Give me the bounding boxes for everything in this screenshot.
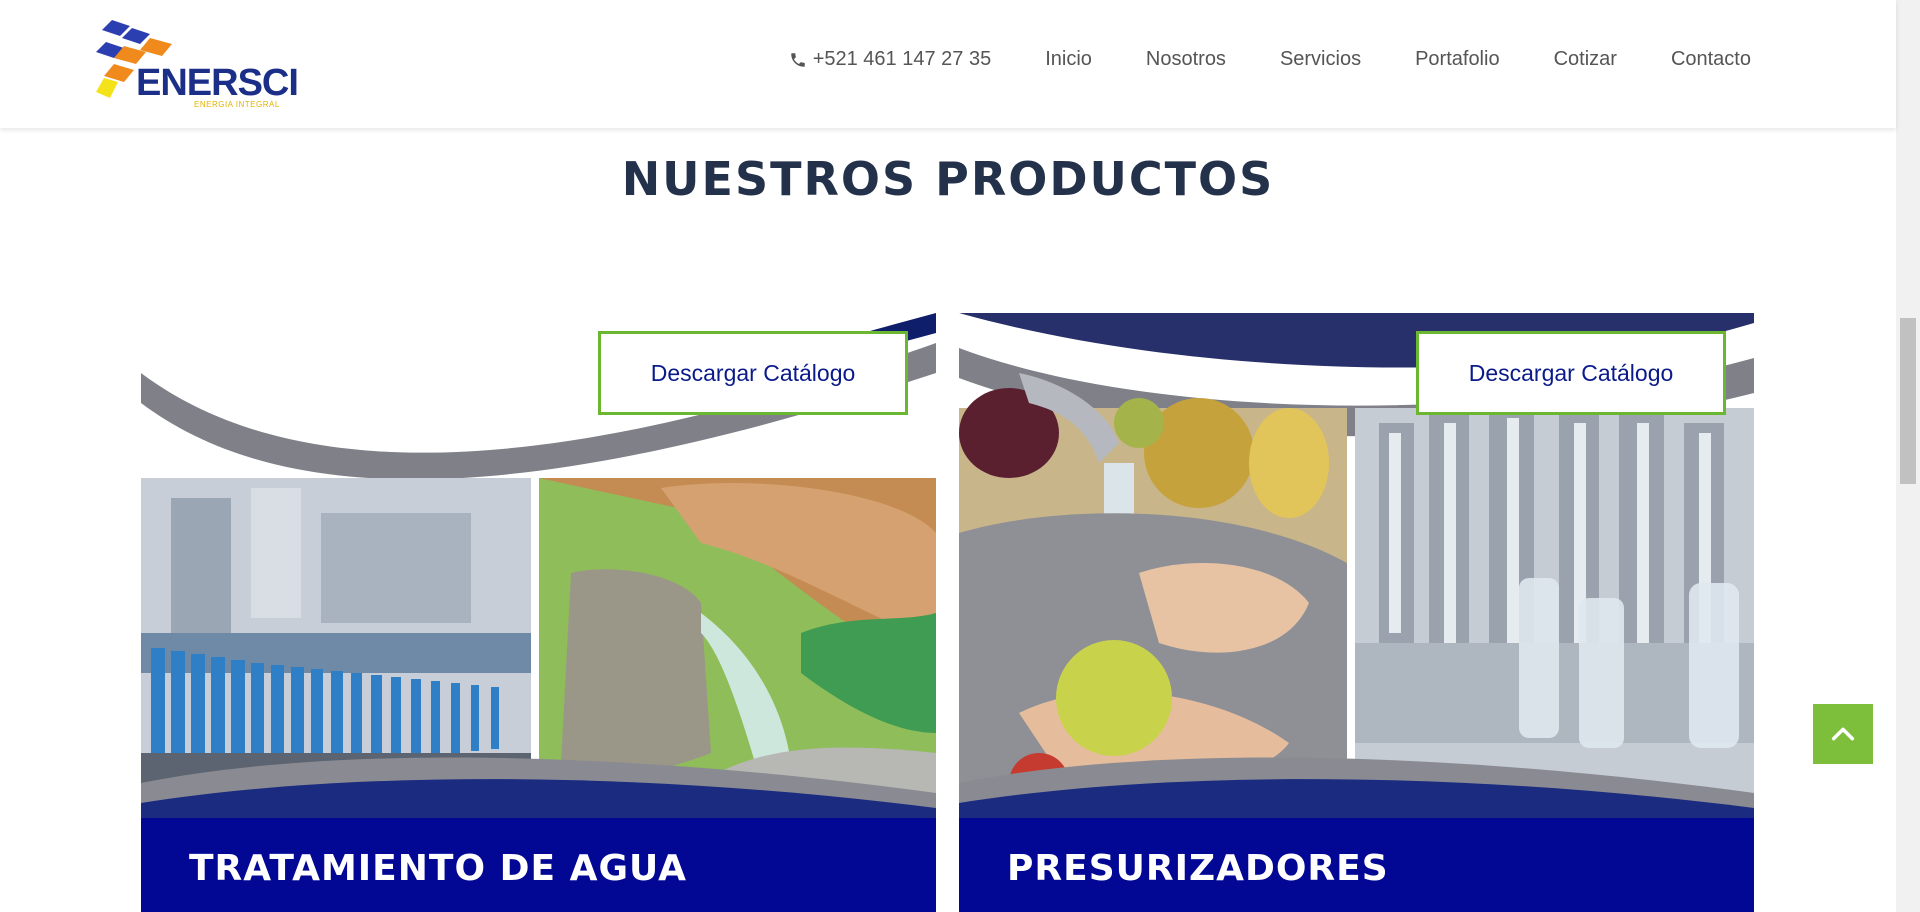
card-footer-band: PRESURIZADORES	[959, 818, 1754, 912]
nav-inicio[interactable]: Inicio	[1045, 48, 1092, 71]
main-nav: +521 461 147 27 35 Inicio Nosotros Servi…	[735, 48, 1751, 71]
product-title: PRESURIZADORES	[1007, 848, 1389, 889]
product-card-pressurizers[interactable]: Descargar Catálogo PRESURIZADORES	[959, 313, 1754, 912]
phone-number: +521 461 147 27 35	[812, 48, 992, 70]
site-header: ENERSCI ENERGIA INTEGRAL +521 461 147 27…	[0, 0, 1896, 128]
nav-contacto[interactable]: Contacto	[1671, 48, 1751, 71]
download-catalog-button[interactable]: Descargar Catálogo	[1416, 331, 1726, 415]
scrollbar-thumb[interactable]	[1900, 318, 1916, 484]
section-title: NUESTROS PRODUCTOS	[621, 152, 1275, 206]
nav-portafolio[interactable]: Portafolio	[1415, 48, 1500, 71]
logo-tagline: ENERGIA INTEGRAL	[194, 100, 280, 109]
download-catalog-button[interactable]: Descargar Catálogo	[598, 331, 908, 415]
phone-icon	[790, 52, 805, 67]
product-title: TRATAMIENTO DE AGUA	[189, 848, 688, 889]
product-card-water-treatment[interactable]: Descargar Catálogo TRATAMIENTO DE AGUA	[141, 313, 936, 912]
brand-logo[interactable]: ENERSCI ENERGIA INTEGRAL	[94, 20, 299, 112]
nav-servicios[interactable]: Servicios	[1280, 48, 1361, 71]
chevron-up-icon	[1831, 727, 1855, 741]
nav-phone[interactable]: +521 461 147 27 35	[789, 48, 992, 71]
nav-nosotros[interactable]: Nosotros	[1146, 48, 1226, 71]
card-footer-band: TRATAMIENTO DE AGUA	[141, 818, 936, 912]
nav-cotizar[interactable]: Cotizar	[1554, 48, 1617, 71]
logo-text: ENERSCI	[136, 62, 299, 104]
page-scrollbar[interactable]	[1896, 0, 1920, 912]
back-to-top-button[interactable]	[1813, 704, 1873, 764]
